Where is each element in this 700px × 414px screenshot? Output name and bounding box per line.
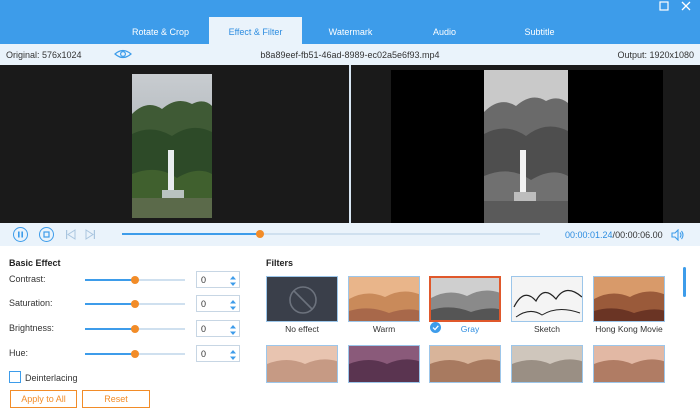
brightness-slider-fill <box>85 328 135 330</box>
saturation-stepper[interactable]: 0 <box>196 295 240 312</box>
tab-subtitle[interactable]: Subtitle <box>493 17 586 44</box>
filters-scrollbar[interactable] <box>683 267 686 297</box>
deinterlacing-label: Deinterlacing <box>25 373 78 383</box>
tab-bar: Rotate & Crop Effect & Filter Watermark … <box>0 0 700 44</box>
filter-thumbnail[interactable] <box>429 345 501 383</box>
contrast-value[interactable]: 0 <box>201 275 206 285</box>
pause-button[interactable] <box>13 227 28 242</box>
filter-thumbnail[interactable] <box>593 345 665 383</box>
maximize-icon[interactable] <box>659 1 669 13</box>
saturation-slider-fill <box>85 303 135 305</box>
decrement-icon[interactable] <box>229 280 237 287</box>
increment-icon[interactable] <box>229 273 237 280</box>
hue-row: Hue: 0 <box>9 345 249 363</box>
brightness-value[interactable]: 0 <box>201 324 206 334</box>
brightness-slider[interactable] <box>85 325 185 333</box>
skip-back-icon[interactable] <box>65 229 76 242</box>
filter-gray[interactable] <box>429 276 501 322</box>
close-icon[interactable] <box>681 1 691 13</box>
filter-label-warm: Warm <box>372 324 396 334</box>
basic-effect-title: Basic Effect <box>9 258 61 268</box>
contrast-stepper[interactable]: 0 <box>196 271 240 288</box>
filter-label-sketch: Sketch <box>534 324 560 334</box>
contrast-slider-handle[interactable] <box>131 276 139 284</box>
saturation-row: Saturation: 0 <box>9 295 249 313</box>
filter-no-effect[interactable] <box>266 276 338 322</box>
hue-slider-handle[interactable] <box>131 350 139 358</box>
time-display: 00:00:01.24/00:00:06.00 <box>565 230 663 240</box>
filter-warm[interactable] <box>348 276 420 322</box>
hue-stepper[interactable]: 0 <box>196 345 240 362</box>
filter-label-gray: Gray <box>460 324 480 334</box>
current-time: 00:00:01.24 <box>565 230 613 240</box>
stop-button[interactable] <box>39 227 54 242</box>
saturation-slider[interactable] <box>85 300 185 308</box>
filter-thumbnail[interactable] <box>266 345 338 383</box>
tab-rotate-crop[interactable]: Rotate & Crop <box>114 17 207 44</box>
tab-effect-filter[interactable]: Effect & Filter <box>209 17 302 44</box>
decrement-icon[interactable] <box>229 304 237 311</box>
volume-icon[interactable] <box>671 228 685 243</box>
tab-audio[interactable]: Audio <box>398 17 491 44</box>
contrast-slider[interactable] <box>85 276 185 284</box>
preview-divider <box>349 65 351 223</box>
brightness-label: Brightness: <box>9 323 55 333</box>
playback-controls: 00:00:01.24/00:00:06.00 <box>0 223 700 246</box>
filter-thumbnail[interactable] <box>348 345 420 383</box>
increment-icon[interactable] <box>229 347 237 354</box>
timeline-track[interactable] <box>122 230 540 238</box>
output-resolution: Output: 1920x1080 <box>617 50 694 60</box>
saturation-slider-handle[interactable] <box>131 300 139 308</box>
video-preview <box>0 65 700 223</box>
info-bar: Original: 576x1024 b8a89eef-fb51-46ad-89… <box>0 44 700 65</box>
hue-label: Hue: <box>9 348 29 358</box>
file-name: b8a89eef-fb51-46ad-8989-ec02a5e6f93.mp4 <box>260 50 440 60</box>
filter-label-no-effect: No effect <box>285 324 319 334</box>
hue-value[interactable]: 0 <box>201 349 206 359</box>
timeline-handle[interactable] <box>255 230 264 238</box>
filtered-preview <box>484 70 568 223</box>
filter-thumbnail[interactable] <box>511 345 583 383</box>
filter-label-hong-kong-movie: Hong Kong Movie <box>595 324 663 334</box>
timeline-progress <box>122 233 260 235</box>
hue-slider-fill <box>85 353 135 355</box>
increment-icon[interactable] <box>229 322 237 329</box>
deinterlacing-checkbox[interactable] <box>9 371 21 383</box>
reset-button[interactable]: Reset <box>82 390 150 408</box>
filter-hong-kong-movie[interactable] <box>593 276 665 322</box>
decrement-icon[interactable] <box>229 329 237 336</box>
decrement-icon[interactable] <box>229 354 237 361</box>
brightness-row: Brightness: 0 <box>9 320 249 338</box>
apply-to-all-button[interactable]: Apply to All <box>10 390 77 408</box>
duration: 00:00:06.00 <box>615 230 663 240</box>
filter-sketch[interactable] <box>511 276 583 322</box>
filters-title: Filters <box>266 258 294 268</box>
skip-forward-icon[interactable] <box>85 229 96 242</box>
original-preview <box>132 74 212 218</box>
saturation-label: Saturation: <box>9 298 53 308</box>
brightness-slider-handle[interactable] <box>131 325 139 333</box>
contrast-row: Contrast: 0 <box>9 271 249 289</box>
contrast-label: Contrast: <box>9 274 46 284</box>
increment-icon[interactable] <box>229 297 237 304</box>
tab-watermark[interactable]: Watermark <box>304 17 397 44</box>
brightness-stepper[interactable]: 0 <box>196 320 240 337</box>
hue-slider[interactable] <box>85 350 185 358</box>
contrast-slider-fill <box>85 279 135 281</box>
saturation-value[interactable]: 0 <box>201 299 206 309</box>
